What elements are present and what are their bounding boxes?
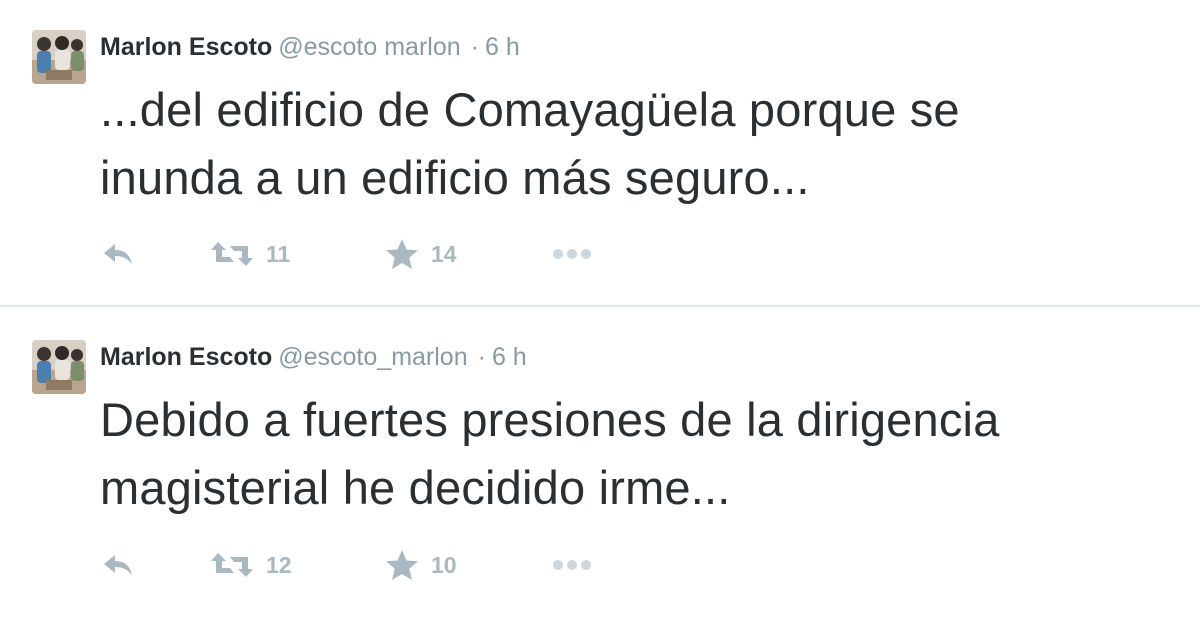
tweet-text: ...del edificio de Comayagüela porque se… [100, 83, 960, 204]
user-handle[interactable]: @escoto_marlon [278, 343, 467, 371]
tweet-text: Debido a fuertes presiones de la dirigen… [100, 393, 1000, 514]
tweet-timestamp[interactable]: 6 h [485, 33, 520, 61]
tweet-header: Marlon Escoto @escoto_marlon · 6 h [100, 340, 527, 374]
reply-icon [100, 239, 136, 269]
more-button[interactable] [550, 234, 594, 274]
favorite-button[interactable]: 14 [385, 234, 457, 274]
favorite-count: 10 [431, 551, 457, 578]
tweet-actions: 11 14 [100, 234, 700, 274]
separator-dot: · [470, 33, 479, 61]
retweet-icon [210, 239, 254, 269]
separator-dot: · [477, 343, 486, 371]
more-icon [550, 558, 594, 572]
retweet-icon [210, 550, 254, 580]
tweet-actions: 12 10 [100, 545, 700, 585]
more-button[interactable] [550, 545, 594, 585]
user-name[interactable]: Marlon Escoto [100, 33, 272, 61]
favorite-button[interactable]: 10 [385, 545, 457, 585]
tweet-timestamp[interactable]: 6 h [492, 343, 527, 371]
more-icon [550, 247, 594, 261]
avatar[interactable] [32, 30, 86, 84]
tweet-header: Marlon Escoto @escoto marlon · 6 h [100, 30, 520, 64]
retweet-count: 11 [266, 240, 291, 267]
avatar[interactable] [32, 340, 86, 394]
retweet-button[interactable]: 12 [210, 545, 292, 585]
reply-button[interactable] [100, 545, 136, 585]
tweet-timeline: Marlon Escoto @escoto marlon · 6 h ...del e… [0, 0, 1200, 618]
reply-button[interactable] [100, 234, 136, 274]
retweet-count: 12 [266, 551, 292, 578]
reply-icon [100, 550, 136, 580]
tweet[interactable]: Marlon Escoto @escoto marlon · 6 h ...del e… [0, 0, 1200, 306]
user-name[interactable]: Marlon Escoto [100, 343, 272, 371]
retweet-button[interactable]: 11 [210, 234, 290, 274]
star-icon [385, 549, 419, 581]
user-handle[interactable]: @escoto marlon [278, 33, 460, 61]
tweet[interactable]: Marlon Escoto @escoto_marlon · 6 h Debido a… [0, 307, 1200, 618]
favorite-count: 14 [431, 240, 457, 267]
star-icon [385, 238, 419, 270]
